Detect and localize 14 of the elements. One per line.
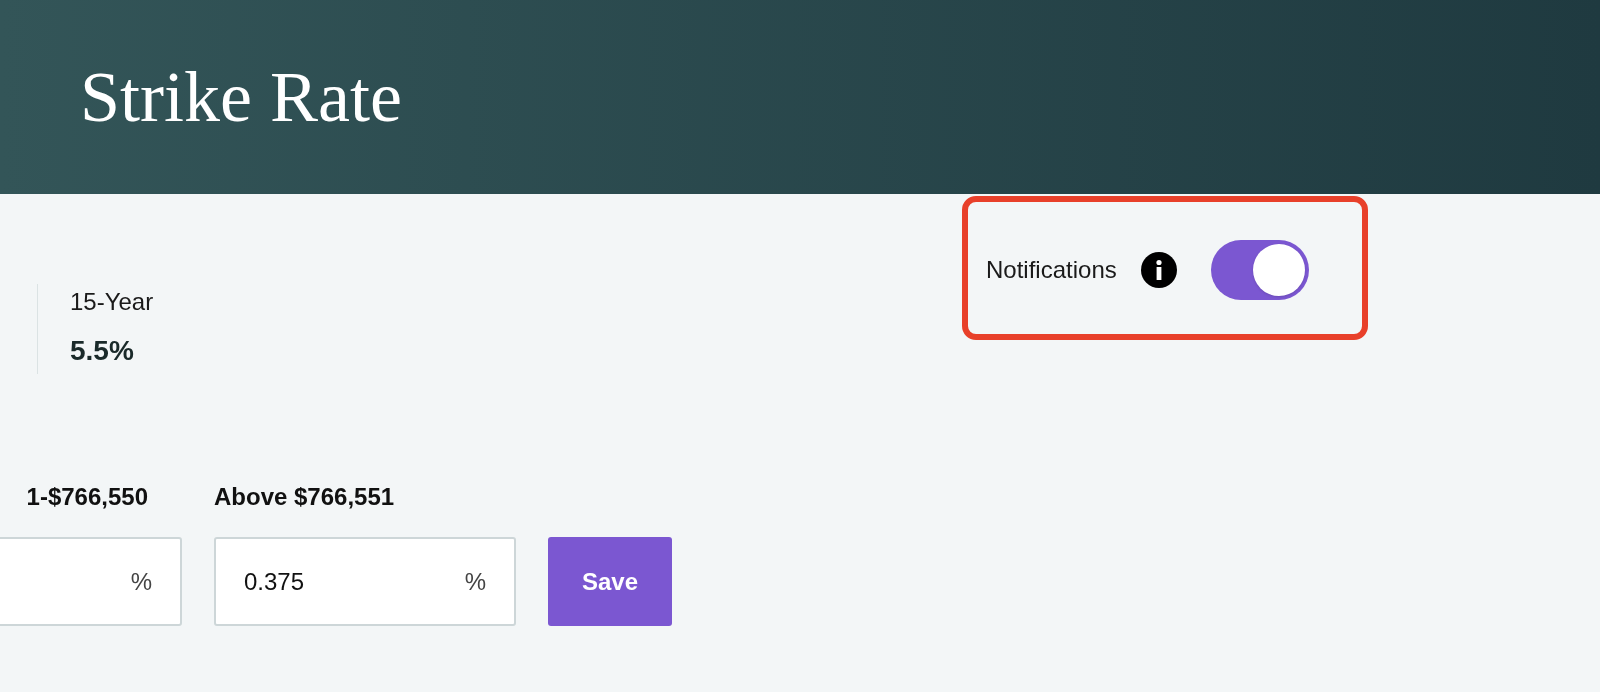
rate-value: 5.5% xyxy=(70,334,135,368)
tier-label: Above $766,551 xyxy=(214,482,396,512)
page-title: Strike Rate xyxy=(80,61,402,133)
rate-term: 15-Year xyxy=(70,287,154,317)
unit-label: % xyxy=(130,566,152,597)
tier-label: 1-$766,550 xyxy=(25,482,149,512)
notifications-label: Notifications xyxy=(986,255,1117,285)
rate-input[interactable]: 0.375 % xyxy=(214,537,516,626)
unit-label: % xyxy=(464,566,486,597)
save-button[interactable]: Save xyxy=(548,537,672,626)
input-value: 0.375 xyxy=(244,566,305,597)
info-icon[interactable] xyxy=(1140,252,1177,288)
notifications-toggle[interactable] xyxy=(1210,240,1309,300)
rate-input[interactable]: % xyxy=(0,537,182,626)
